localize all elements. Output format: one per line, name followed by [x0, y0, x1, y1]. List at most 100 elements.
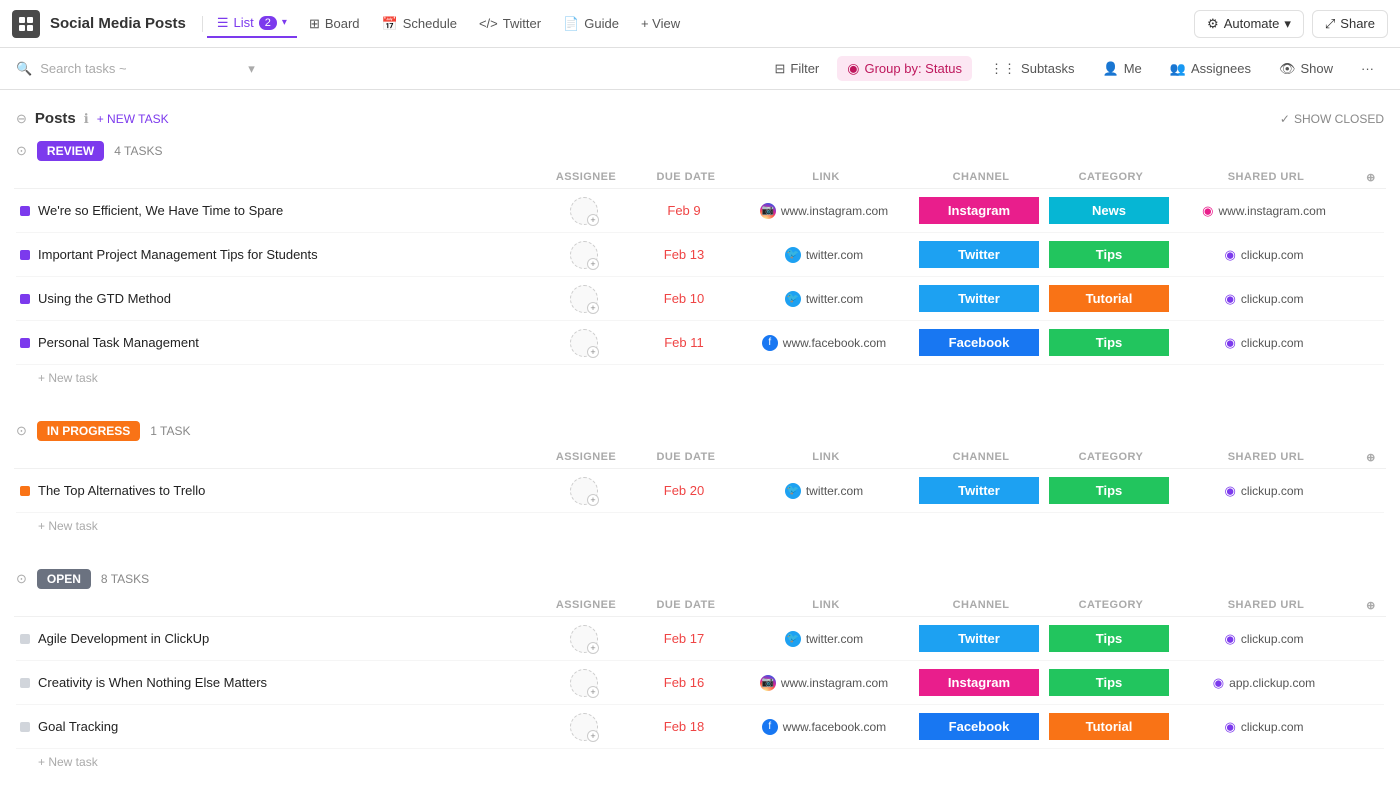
link-text[interactable]: www.instagram.com [781, 204, 888, 218]
channel-cell: Twitter [914, 241, 1044, 268]
task-name[interactable]: Goal Tracking [38, 719, 118, 734]
shared-url-text[interactable]: clickup.com [1241, 720, 1304, 734]
add-view-btn[interactable]: + View [631, 11, 690, 36]
link-text[interactable]: www.facebook.com [783, 720, 886, 734]
category-badge-tips: Tips [1049, 477, 1169, 504]
shared-url-icon: ◉ [1224, 483, 1235, 499]
chevron-down-icon: ▾ [282, 17, 287, 28]
twitter-icon: 🐦 [785, 631, 801, 647]
inprogress-collapse-icon[interactable]: ⊙ [16, 423, 27, 439]
category-badge-news: News [1049, 197, 1169, 224]
task-name[interactable]: Creativity is When Nothing Else Matters [38, 675, 267, 690]
tab-twitter[interactable]: </> Twitter [469, 11, 551, 36]
tab-board[interactable]: ⊞ Board [299, 11, 370, 37]
shared-url-icon: ◉ [1202, 203, 1213, 219]
link-text[interactable]: www.instagram.com [781, 676, 888, 690]
group-by-label: Group by: Status [864, 61, 962, 76]
category-cell: Tips [1044, 625, 1174, 652]
link-cell: f www.facebook.com [734, 335, 914, 351]
open-new-task-button[interactable]: + New task [16, 749, 1384, 775]
share-button[interactable]: ⤢ Share [1312, 10, 1388, 38]
avatar[interactable]: + [570, 713, 598, 741]
category-badge-tips: Tips [1049, 625, 1169, 652]
assignees-label: Assignees [1191, 61, 1251, 76]
task-dot [20, 634, 30, 644]
task-name[interactable]: Agile Development in ClickUp [38, 631, 209, 646]
automate-chevron: ▾ [1284, 16, 1291, 32]
link-text[interactable]: twitter.com [806, 248, 863, 262]
show-button[interactable]: 👁 Show [1269, 57, 1343, 81]
task-name[interactable]: Personal Task Management [38, 335, 199, 350]
more-options-button[interactable]: ··· [1351, 57, 1384, 80]
avatar[interactable]: + [570, 285, 598, 313]
avatar[interactable]: + [570, 197, 598, 225]
shared-url-text[interactable]: clickup.com [1241, 632, 1304, 646]
show-closed-button[interactable]: ✓ SHOW CLOSED [1280, 112, 1384, 126]
assignee-cell: + [534, 197, 634, 225]
link-cell: f www.facebook.com [734, 719, 914, 735]
automate-icon: ⚙ [1207, 16, 1219, 32]
task-name[interactable]: The Top Alternatives to Trello [38, 483, 205, 498]
posts-info-icon[interactable]: ℹ [84, 111, 89, 127]
inprogress-new-task-button[interactable]: + New task [16, 513, 1384, 539]
inprogress-task-count: 1 TASK [150, 424, 190, 438]
task-name[interactable]: Important Project Management Tips for St… [38, 247, 318, 262]
search-chevron[interactable]: ▾ [248, 61, 255, 77]
search-input[interactable]: Search tasks ~ [40, 61, 240, 76]
tab-guide[interactable]: 📄 Guide [553, 11, 629, 37]
shared-url-text[interactable]: clickup.com [1241, 484, 1304, 498]
tab-list[interactable]: ☰ List 2 ▾ [207, 10, 297, 38]
posts-new-task-button[interactable]: + NEW TASK [97, 112, 169, 126]
avatar[interactable]: + [570, 477, 598, 505]
filter-button[interactable]: ⊟ Filter [764, 57, 829, 81]
avatar[interactable]: + [570, 669, 598, 697]
channel-cell: Instagram [914, 197, 1044, 224]
task-name[interactable]: We're so Efficient, We Have Time to Spar… [38, 203, 283, 218]
group-by-button[interactable]: ◉ Group by: Status [837, 56, 972, 81]
due-date-cell: Feb 16 [634, 675, 734, 690]
shared-url-text[interactable]: clickup.com [1241, 292, 1304, 306]
due-date-cell: Feb 17 [634, 631, 734, 646]
review-new-task-button[interactable]: + New task [16, 365, 1384, 391]
filterbar: 🔍 Search tasks ~ ▾ ⊟ Filter ◉ Group by: … [0, 48, 1400, 90]
assignee-cell: + [534, 477, 634, 505]
automate-button[interactable]: ⚙ Automate ▾ [1194, 10, 1304, 38]
task-name[interactable]: Using the GTD Method [38, 291, 171, 306]
task-dot [20, 486, 30, 496]
link-text[interactable]: www.facebook.com [783, 336, 886, 350]
subtasks-button[interactable]: ⋮⋮ Subtasks [980, 57, 1084, 81]
posts-collapse-icon[interactable]: ⊖ [16, 111, 27, 127]
due-date-cell: Feb 11 [634, 335, 734, 350]
shared-url-icon: ◉ [1224, 291, 1235, 307]
open-collapse-icon[interactable]: ⊙ [16, 571, 27, 587]
due-date-cell: Feb 9 [634, 203, 734, 218]
link-text[interactable]: twitter.com [806, 484, 863, 498]
table-row: Personal Task Management + Feb 11 f www.… [16, 321, 1384, 365]
me-button[interactable]: 👤 Me [1093, 57, 1152, 81]
col-add[interactable]: ⊕ [1356, 599, 1386, 612]
col-assignee: ASSIGNEE [536, 599, 636, 612]
col-add[interactable]: ⊕ [1356, 171, 1386, 184]
shared-url-text[interactable]: www.instagram.com [1218, 204, 1325, 218]
shared-url-text[interactable]: clickup.com [1241, 248, 1304, 262]
avatar[interactable]: + [570, 625, 598, 653]
tab-board-label: Board [325, 16, 360, 31]
facebook-icon: f [762, 719, 778, 735]
col-add[interactable]: ⊕ [1356, 451, 1386, 464]
avatar[interactable]: + [570, 329, 598, 357]
channel-badge-twitter: Twitter [919, 285, 1039, 312]
review-table-header: ASSIGNEE DUE DATE LINK CHANNEL CATEGORY … [14, 167, 1386, 189]
shared-url-icon: ◉ [1224, 719, 1235, 735]
review-collapse-icon[interactable]: ⊙ [16, 143, 27, 159]
tab-schedule[interactable]: 📅 Schedule [372, 11, 467, 37]
link-text[interactable]: twitter.com [806, 292, 863, 306]
channel-cell: Twitter [914, 285, 1044, 312]
assignees-button[interactable]: 👥 Assignees [1160, 57, 1261, 81]
shared-url-text[interactable]: clickup.com [1241, 336, 1304, 350]
avatar[interactable]: + [570, 241, 598, 269]
shared-url-text[interactable]: app.clickup.com [1229, 676, 1315, 690]
share-icon: ⤢ [1325, 16, 1335, 32]
link-text[interactable]: twitter.com [806, 632, 863, 646]
topbar-right: ⚙ Automate ▾ ⤢ Share [1194, 10, 1388, 38]
channel-cell: Twitter [914, 477, 1044, 504]
